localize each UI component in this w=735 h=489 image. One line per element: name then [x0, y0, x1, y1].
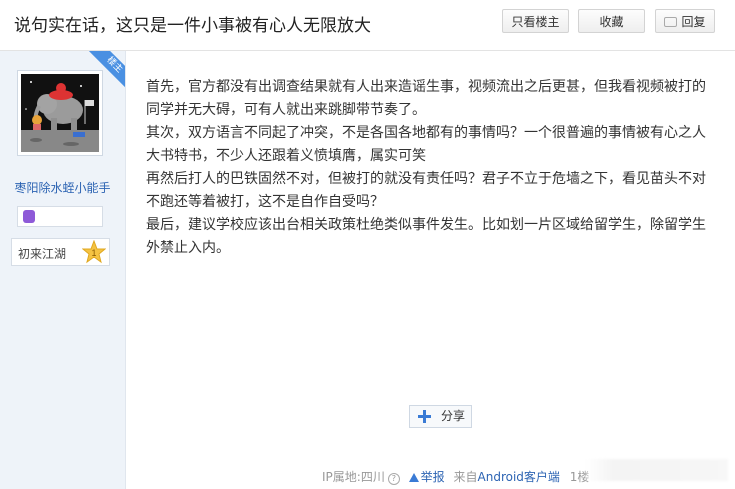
share-button[interactable]: 分享 — [409, 405, 472, 428]
badge-icon — [23, 210, 35, 223]
help-icon[interactable]: ? — [387, 473, 400, 485]
post-paragraph: 首先，官方都没有出调查结果就有人出来造谣生事，视频流出之后更甚，但我看视频被打的… — [146, 79, 706, 118]
plus-icon — [418, 410, 431, 423]
reply-label: 回复 — [681, 15, 706, 29]
op-label: 楼主 — [88, 51, 125, 88]
op-corner-badge: 楼主 — [88, 51, 125, 88]
report-link[interactable]: 举报 — [421, 468, 445, 485]
author-name[interactable]: 枣阳除水蛭小能手 — [0, 179, 125, 196]
post-title: 说句实在话，这只是一件小事被有心人无限放大 — [14, 16, 371, 36]
share-label: 分享 — [441, 409, 466, 423]
report-icon — [408, 473, 419, 482]
post-footer: IP属地:四川? 举报 来自Android客户端 1楼 — [322, 468, 589, 485]
post-content: 首先，官方都没有出调查结果就有人出来造谣生事，视频流出之后更甚，但我看视频被打的… — [146, 76, 716, 260]
star-level-icon: 1 — [82, 240, 106, 264]
level-badge[interactable]: 初来江湖 1 — [11, 238, 110, 266]
source-prefix: 来自 — [453, 470, 478, 484]
favorite-button[interactable]: 收藏 — [578, 9, 645, 33]
post-paragraph: 最后，建议学校应该出台相关政策杜绝类似事件发生。比如划一片区域给留学生，除留学生… — [146, 217, 706, 256]
post-paragraph: 再然后打人的巴铁固然不对，但被打的就没有责任吗？君子不立于危墙之下，看见苗头不对… — [146, 171, 706, 210]
redacted-region — [585, 459, 728, 481]
ip-location: IP属地:四川 — [322, 470, 385, 484]
level-name: 初来江湖 — [18, 247, 67, 261]
post-header: 说句实在话，这只是一件小事被有心人无限放大 只看楼主 收藏 回复 — [0, 0, 735, 51]
source-link[interactable]: Android客户端 — [478, 468, 560, 485]
level-number: 1 — [91, 248, 96, 258]
author-sidebar: 枣阳除水蛭小能手 初来江湖 1 — [0, 51, 126, 489]
comment-icon — [664, 17, 678, 27]
post-paragraph: 其次，双方语言不同起了冲突，不是各国各地都有的事情吗？一个很普遍的事情被有心之人… — [146, 125, 706, 164]
only-op-button[interactable]: 只看楼主 — [502, 9, 569, 33]
member-badge[interactable] — [17, 206, 103, 227]
reply-button[interactable]: 回复 — [655, 9, 715, 33]
